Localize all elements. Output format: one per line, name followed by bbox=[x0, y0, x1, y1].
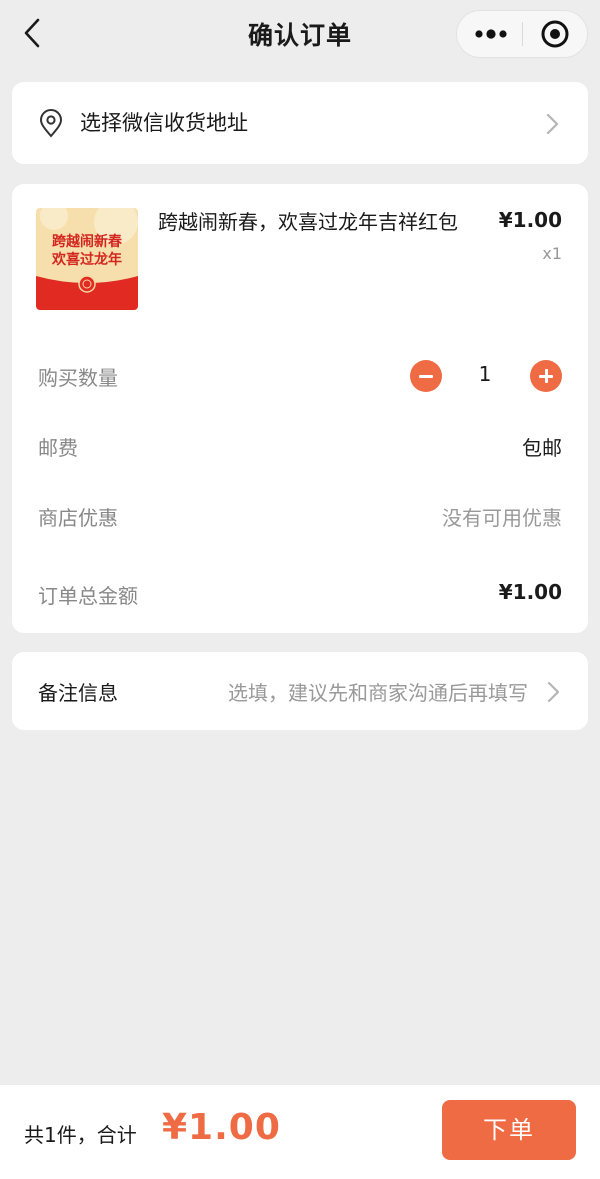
discount-label: 商店优惠 bbox=[38, 506, 118, 530]
discount-value[interactable]: 没有可用优惠 bbox=[442, 502, 562, 531]
order-total-label: 订单总金额 bbox=[38, 584, 138, 608]
item-count-text: 共1件，合计 bbox=[24, 1123, 137, 1147]
remark-row[interactable]: 备注信息 选填，建议先和商家沟通后再填写 bbox=[12, 652, 588, 730]
thumbnail-text-line-2: 欢喜过龙年 bbox=[51, 251, 122, 268]
chevron-right-icon bbox=[546, 680, 562, 708]
address-selector[interactable]: 选择微信收货地址 bbox=[12, 82, 588, 164]
location-pin-icon bbox=[38, 109, 64, 143]
chevron-right-icon bbox=[545, 112, 561, 140]
address-label: 选择微信收货地址 bbox=[80, 111, 248, 135]
plus-icon[interactable] bbox=[530, 360, 562, 392]
product-thumbnail[interactable]: 跨越闹新春 欢喜过龙年 bbox=[36, 208, 138, 310]
shipping-value: 包邮 bbox=[522, 436, 562, 460]
product-price: ¥1.00 bbox=[498, 208, 562, 232]
target-close-icon[interactable] bbox=[523, 11, 587, 57]
navigation-bar: 确认订单 bbox=[0, 0, 600, 72]
place-order-button[interactable]: 下单 bbox=[442, 1100, 576, 1160]
product-quantity: x1 bbox=[542, 244, 562, 263]
more-dots-icon[interactable] bbox=[457, 11, 523, 57]
remark-hint: 选填，建议先和商家沟通后再填写 bbox=[228, 681, 528, 705]
thumbnail-text-line-1: 跨越闹新春 bbox=[52, 233, 123, 250]
checkout-bar: 共1件，合计 ¥1.00 下单 bbox=[0, 1085, 600, 1179]
order-details-card: 跨越闹新春 欢喜过龙年 跨越闹新春，欢喜过龙年吉祥红包 ¥1.00 x1 购买数… bbox=[12, 184, 588, 633]
product-name: 跨越闹新春，欢喜过龙年吉祥红包 bbox=[158, 210, 458, 234]
remark-label: 备注信息 bbox=[38, 681, 118, 705]
quantity-label: 购买数量 bbox=[38, 366, 118, 390]
minus-icon[interactable] bbox=[410, 360, 442, 392]
checkout-total: ¥1.00 bbox=[162, 1107, 281, 1148]
order-total-value: ¥1.00 bbox=[498, 580, 562, 604]
shipping-label: 邮费 bbox=[38, 436, 78, 460]
mini-program-capsule bbox=[456, 10, 588, 58]
quantity-value: 1 bbox=[478, 362, 492, 386]
